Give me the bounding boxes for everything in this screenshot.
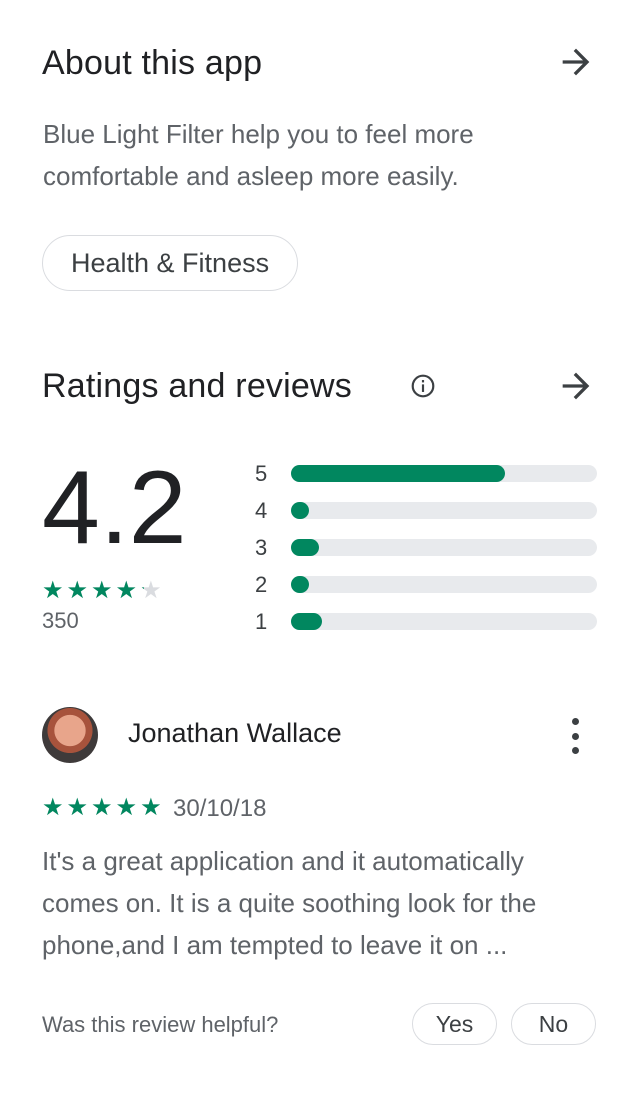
helpful-yes-button[interactable]: Yes <box>412 1003 497 1045</box>
average-rating: 4.2 <box>42 450 187 566</box>
review-text: It's a great application and it automati… <box>42 846 537 960</box>
review-stars: ★ ★ ★ ★ ★ ★ ★ ★ ★ ★ <box>42 794 162 821</box>
histogram-label: 2 <box>255 571 268 597</box>
histogram-track <box>291 502 597 519</box>
histogram-bar <box>291 576 310 593</box>
histogram-label: 1 <box>255 608 268 634</box>
histogram-bar <box>291 502 310 519</box>
histogram-bar <box>291 539 319 556</box>
star-icon: ★★ <box>66 577 89 604</box>
review-date: 30/10/18 <box>173 795 267 822</box>
star-icon: ★★ <box>115 577 138 604</box>
histogram-row: 3 <box>255 529 600 566</box>
avatar[interactable] <box>42 707 98 763</box>
histogram-label: 4 <box>255 497 268 523</box>
about-title: About this app <box>42 44 263 82</box>
star-icon: ★★ <box>140 794 162 821</box>
review-author: Jonathan Wallace <box>128 718 342 748</box>
histogram-track <box>291 576 597 593</box>
star-icon: ★★ <box>140 577 162 604</box>
helpful-prompt: Was this review helpful? <box>42 1012 279 1037</box>
about-arrow-icon[interactable] <box>556 42 596 82</box>
info-icon[interactable] <box>410 373 436 399</box>
rating-histogram: 5 4 3 2 1 <box>255 455 600 640</box>
histogram-label: 3 <box>255 534 268 560</box>
star-icon: ★★ <box>91 794 113 821</box>
ratings-title: Ratings and reviews <box>42 367 352 405</box>
star-icon: ★★ <box>42 577 64 604</box>
histogram-track <box>291 613 597 630</box>
histogram-row: 4 <box>255 492 600 529</box>
star-icon: ★★ <box>91 577 113 604</box>
histogram-label: 5 <box>255 460 268 486</box>
star-icon: ★★ <box>115 794 138 821</box>
histogram-track <box>291 539 597 556</box>
histogram-row: 2 <box>255 566 600 603</box>
histogram-bar <box>291 465 506 482</box>
app-description: Blue Light Filter help you to feel more … <box>43 119 474 191</box>
histogram-track <box>291 465 597 482</box>
helpful-no-button[interactable]: No <box>511 1003 596 1045</box>
histogram-bar <box>291 613 322 630</box>
histogram-row: 1 <box>255 603 600 640</box>
ratings-arrow-icon[interactable] <box>556 366 596 406</box>
average-stars: ★★★★★★★★★★ <box>42 577 162 604</box>
category-chip[interactable]: Health & Fitness <box>42 235 299 291</box>
star-icon: ★★ <box>42 794 64 821</box>
more-vert-icon[interactable] <box>560 718 590 754</box>
star-icon: ★★ <box>66 794 89 821</box>
rating-count: 350 <box>42 608 79 633</box>
histogram-row: 5 <box>255 455 600 492</box>
